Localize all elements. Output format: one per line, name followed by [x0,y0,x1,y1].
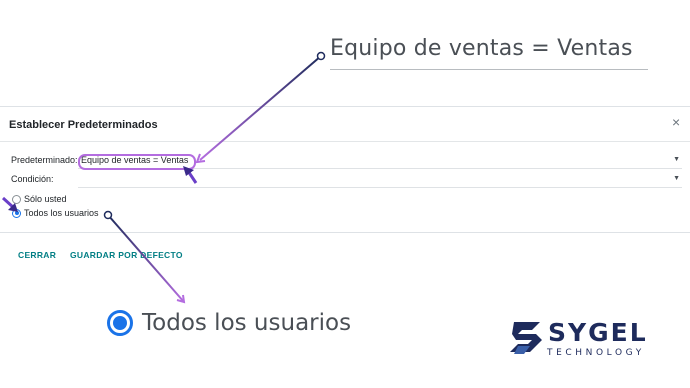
sygel-logo: SYGEL TECHNOLOGY [510,318,660,366]
logo-wordmark: SYGEL [548,318,648,347]
set-defaults-dialog: Establecer Predeterminados × Predetermin… [0,106,690,274]
condition-select[interactable]: ▼ [78,173,682,188]
zoom-callout-default: Equipo de ventas = Ventas [330,36,648,72]
radio-all-users[interactable]: Todos los usuarios [12,208,99,218]
radio-all-users-input[interactable] [12,208,21,218]
radio-all-users-label: Todos los usuarios [24,208,99,218]
caret-down-icon: ▼ [673,175,680,182]
sygel-logo-icon [510,322,542,354]
default-highlight-annotation [78,154,196,170]
zoom-radio-icon [107,310,133,336]
logo-subtitle: TECHNOLOGY [547,348,645,358]
zoom-callout-default-text: Equipo de ventas = Ventas [330,36,633,61]
save-default-button[interactable]: GUARDAR POR DEFECTO [70,250,183,260]
close-icon[interactable]: × [672,115,680,129]
caret-down-icon: ▼ [673,156,680,163]
dialog-title: Establecer Predeterminados [9,119,158,131]
radio-only-you[interactable]: Sólo usted [12,194,67,204]
dialog-footer-divider [0,232,690,233]
condition-label: Condición: [11,174,54,184]
zoom-callout-underline [330,69,648,70]
zoom-callout-all-users: Todos los usuarios [107,310,351,336]
radio-only-you-input[interactable] [12,194,21,204]
radio-only-you-label: Sólo usted [24,194,67,204]
close-button[interactable]: CERRAR [18,250,56,260]
dialog-header: Establecer Predeterminados × [0,107,690,142]
default-label: Predeterminado: [11,155,78,165]
zoom-callout-all-users-text: Todos los usuarios [142,310,352,336]
